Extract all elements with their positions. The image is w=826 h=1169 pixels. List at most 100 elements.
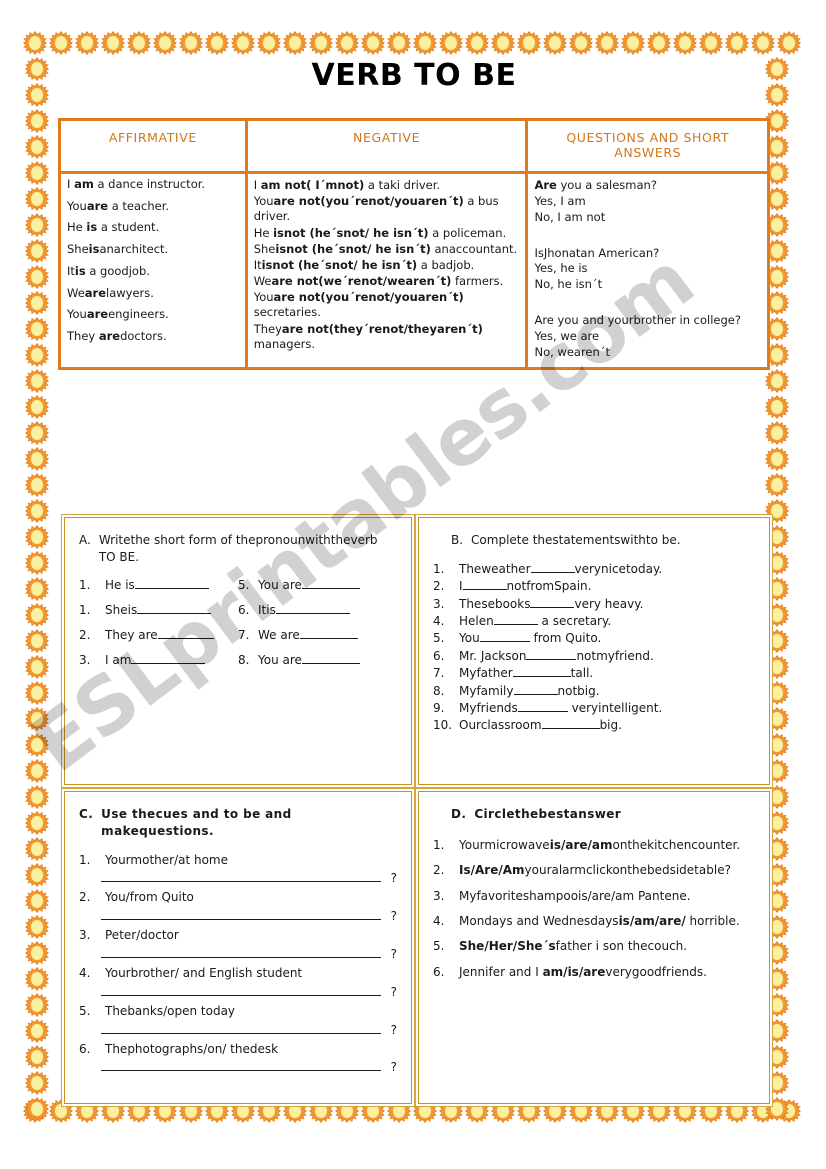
item-text: Yourmicrowaveis/are/amonthekitchencounte… [459, 837, 741, 852]
sun-icon [24, 134, 50, 160]
sun-icon [24, 550, 50, 576]
question-mark: ? [390, 1060, 397, 1075]
item-number: 1. [79, 852, 91, 867]
negative-line: Weare not(we´renot/wearen´t) farmers. [253, 274, 504, 289]
sun-icon [22, 1098, 48, 1124]
exercise-d-item: 3. Myfavoriteshampoois/are/am Pantene. [433, 888, 755, 905]
answer-rule[interactable]: ? [101, 1020, 397, 1037]
answer-blank[interactable] [479, 641, 530, 643]
answer-blank[interactable] [301, 662, 360, 664]
sun-icon [24, 56, 50, 82]
exercise-b-heading: B. Complete thestatementswithto be. [433, 532, 755, 549]
sun-icon [24, 290, 50, 316]
exercise-c-item: 6. Thephotographs/on/ thedesk? [79, 1041, 397, 1075]
cell-affirmative: I am a dance instructor. Youare a teacher… [58, 172, 248, 370]
sun-icon [24, 576, 50, 602]
sun-icon [24, 108, 50, 134]
answer-rule[interactable]: ? [101, 944, 397, 961]
item-text: Myfavoriteshampoois/are/am Pantene. [459, 888, 691, 903]
exercise-a-item: 2. They are [79, 626, 238, 644]
answer-blank[interactable] [462, 589, 507, 591]
answer-blank[interactable] [541, 728, 600, 730]
answer-blank[interactable] [299, 637, 358, 639]
sun-icon [24, 602, 50, 628]
answer-blank[interactable] [137, 612, 212, 614]
answer-rule[interactable]: ? [101, 906, 397, 923]
exercise-d-item: 1. Yourmicrowaveis/are/amonthekitchencoun… [433, 837, 755, 854]
item-cue: You/from Quito [105, 890, 194, 905]
answer-blank[interactable] [530, 571, 575, 573]
item-number: 2. [79, 890, 91, 905]
exercise-b-item: 2. InotfromSpain. [433, 578, 755, 595]
sun-icon [24, 212, 50, 238]
header-questions: QUESTIONS AND SHORT ANSWERS [525, 119, 770, 174]
item-text: Mr. Jackson notmyfriend. [459, 648, 654, 663]
cell-negative: I am not( I´mnot) a taki driver. Youare n… [244, 172, 529, 370]
item-number: 3. [433, 596, 445, 611]
answer-blank[interactable] [131, 662, 206, 664]
affirmative-line: Youare a teacher. [67, 198, 170, 213]
answer-blank[interactable] [134, 587, 209, 589]
answer-blank[interactable] [517, 710, 568, 712]
answer-blank[interactable] [530, 606, 575, 608]
question-answer-line: Are you and yourbrother in college? [534, 313, 741, 328]
answer-rule[interactable]: ? [101, 982, 397, 999]
exercise-a-item: 7. We are [238, 626, 397, 644]
item-text: You are [258, 576, 360, 594]
sun-icon [24, 160, 50, 186]
exercise-a-item: 8. You are [238, 651, 397, 669]
item-text: Theweather verynicetoday. [459, 561, 663, 576]
exercise-b-item: 10. Ourclassroom big. [433, 717, 755, 734]
exercise-c-list: 1. Yourmother/at home? 2. You/from Quito? 3.… [79, 852, 397, 1075]
item-text: Is/Are/Amyouralarmclickonthebedsidetable… [459, 863, 731, 878]
question-group-gap [534, 293, 761, 313]
worksheet-sheet: VERB TO BE AFFIRMATIVE NEGATIVE QUESTION… [58, 34, 770, 1104]
answer-blank[interactable] [301, 587, 360, 589]
exercise-a-item: 6. Itis [238, 601, 397, 619]
item-text: Myfather tall. [459, 666, 594, 681]
exercise-a-box: A. Writethe short form of thepronounwith… [64, 517, 412, 785]
affirmative-line: Itis a goodjob. [67, 263, 150, 278]
exercise-c-instruction: Use thecues and to be and makequestions. [101, 807, 292, 838]
sun-icon [24, 628, 50, 654]
exercise-d-instruction: Circlethebestanswer [474, 807, 622, 821]
answer-rule[interactable]: ? [101, 868, 397, 885]
question-mark: ? [390, 871, 397, 886]
negative-line: Theyare not(they´renot/theyaren´t) manag… [253, 321, 483, 351]
exercise-a-letter: A. [79, 533, 91, 547]
answer-rule[interactable]: ? [101, 1057, 397, 1074]
answer-blank[interactable] [493, 623, 538, 625]
item-cue: Peter/doctor [105, 928, 179, 943]
exercise-d-item: 5. She/Her/She´sfather i son thecouch. [433, 938, 755, 955]
question-answer-line: Are you a salesman? [534, 178, 657, 192]
negative-line: Youare not(you´renot/youaren´t) secretar… [253, 290, 464, 320]
answer-blank[interactable] [513, 693, 558, 695]
answer-blank[interactable] [526, 658, 577, 660]
exercise-d-item: 4. Mondays and Wednesdaysis/am/are/ horri… [433, 913, 755, 930]
exercise-d-list: 1. Yourmicrowaveis/are/amonthekitchencoun… [433, 837, 755, 981]
affirmative-line: Youareengineers. [67, 307, 169, 322]
answer-blank[interactable] [157, 637, 214, 639]
item-number: 1. [433, 837, 445, 852]
exercise-b-item: 9. Myfriends veryintelligent. [433, 700, 755, 717]
affirmative-line: He is a student. [67, 220, 160, 235]
sun-icon [24, 1096, 50, 1122]
exercise-c-item: 1. Yourmother/at home? [79, 852, 397, 886]
question-mark: ? [390, 1022, 397, 1037]
item-text: Myfriends veryintelligent. [459, 700, 663, 715]
answer-blank[interactable] [512, 676, 571, 678]
exercise-a-right-column: 5. You are 6. Itis 7. We are 8. You are [238, 576, 397, 676]
sun-icon [24, 368, 50, 394]
item-text: I am [105, 651, 206, 669]
sun-icon [24, 732, 50, 758]
item-number: 6. [433, 648, 445, 663]
item-number: 10. [433, 718, 453, 733]
item-cue: Yourmother/at home [105, 852, 228, 867]
answer-blank[interactable] [275, 612, 350, 614]
exercise-c-item: 2. You/from Quito? [79, 889, 397, 923]
sun-icon [24, 914, 50, 940]
question-answer-line: No, wearen´t [534, 344, 611, 359]
exercise-d-letter: D. [451, 807, 467, 821]
sun-icon [24, 82, 50, 108]
sun-icon [24, 966, 50, 992]
